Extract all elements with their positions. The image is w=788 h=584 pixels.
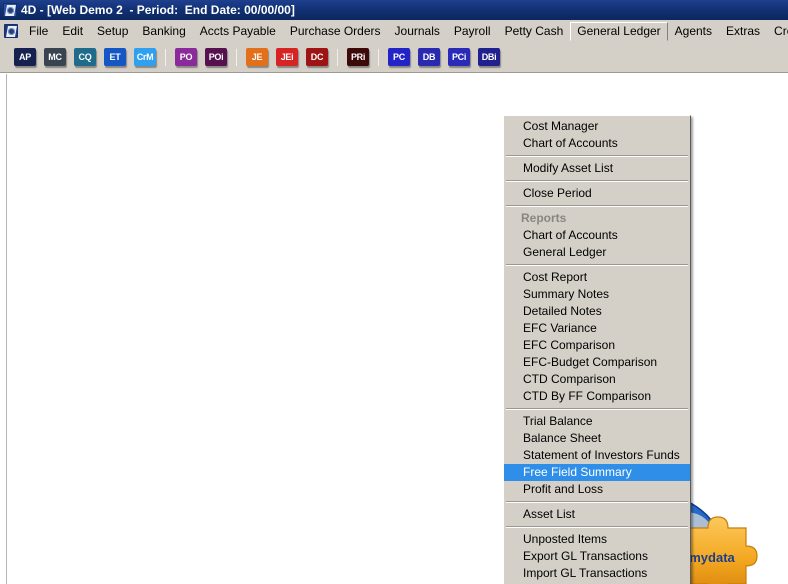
menu-separator (506, 180, 688, 182)
menu-item-label: Import GL Transactions (523, 566, 648, 580)
menu-item-label: Cost Report (523, 270, 588, 284)
menu-item-modify-asset-list[interactable]: Modify Asset List (504, 160, 690, 177)
menubar-item-petty-cash[interactable]: Petty Cash (498, 22, 571, 41)
menu-item-general-ledger[interactable]: General Ledger (504, 244, 690, 261)
menubar-item-edit[interactable]: Edit (55, 22, 90, 41)
menu-item-efc-budget-comparison[interactable]: EFC-Budget Comparison (504, 354, 690, 371)
4d-app-icon (3, 3, 17, 17)
menu-item-label: General Ledger (523, 245, 607, 259)
menu-item-label: Asset List (523, 507, 576, 521)
menu-item-trial-balance[interactable]: Trial Balance (504, 413, 690, 430)
menu-bar: File Edit Setup Banking Accts Payable Purchas… (0, 20, 788, 42)
menu-item-summary-notes[interactable]: Summary Notes (504, 286, 690, 303)
menu-item-statement-of-investors-funds[interactable]: Statement of Investors Funds (504, 447, 690, 464)
toolbar-button-pc[interactable]: PC (388, 48, 410, 66)
menubar-item-general-ledger[interactable]: General Ledger (570, 21, 668, 41)
menubar-item-setup[interactable]: Setup (90, 22, 135, 41)
menu-item-label: Chart of Accounts (523, 228, 618, 242)
menubar-item-purchase-orders[interactable]: Purchase Orders (283, 22, 388, 41)
toolbar-button-db[interactable]: DB (418, 48, 440, 66)
toolbar-button-pri[interactable]: PRi (347, 48, 369, 66)
toolbar-button-dc[interactable]: DC (306, 48, 328, 66)
menu-item-label: EFC-Budget Comparison (523, 355, 658, 369)
menubar-item-accts-payable[interactable]: Accts Payable (193, 22, 283, 41)
menu-separator (506, 155, 688, 157)
menu-item-label: Summary Notes (523, 287, 610, 301)
menu-item-label: Chart of Accounts (523, 136, 618, 150)
toolbar-button-dbi[interactable]: DBi (478, 48, 500, 66)
menubar-item-file[interactable]: File (22, 22, 55, 41)
menu-item-cost-manager[interactable]: Cost Manager (504, 118, 690, 135)
menu-item-label: EFC Variance (523, 321, 597, 335)
menubar-item-banking[interactable]: Banking (135, 22, 192, 41)
menu-item-label: Modify Asset List (523, 161, 614, 175)
menu-item-label: Reports (521, 211, 567, 225)
menu-item-export-gl-transactions[interactable]: Export GL Transactions (504, 548, 690, 565)
toolbar-separator (337, 48, 338, 66)
menu-item-label: Export GL Transactions (523, 549, 648, 563)
menu-separator (506, 408, 688, 410)
menu-item-label: Profit and Loss (523, 482, 604, 496)
menu-item-ctd-comparison[interactable]: CTD Comparison (504, 371, 690, 388)
menu-item-detailed-notes[interactable]: Detailed Notes (504, 303, 690, 320)
menu-item-balance-sheet[interactable]: Balance Sheet (504, 430, 690, 447)
menu-separator (506, 501, 688, 503)
menu-item-label: EFC Comparison (523, 338, 616, 352)
menubar-item-payroll[interactable]: Payroll (447, 22, 498, 41)
title-bar: 4D - [Web Demo 2 - Period: End Date: 00/… (0, 0, 788, 20)
toolbar-button-je[interactable]: JE (246, 48, 268, 66)
menu-item-efc-variance[interactable]: EFC Variance (504, 320, 690, 337)
menu-item-chart-of-accounts[interactable]: Chart of Accounts (504, 135, 690, 152)
toolbar-separator (378, 48, 379, 66)
toolbar-button-crm[interactable]: CrM (134, 48, 156, 66)
menu-item-label: CTD Comparison (523, 372, 616, 386)
toolbar: AP MC CQ ET CrM PO POi JE JEi DC PRi PC DB PCi DBi (0, 42, 788, 73)
menu-item-unposted-items[interactable]: Unposted Items (504, 531, 690, 548)
menubar-item-extras[interactable]: Extras (719, 22, 767, 41)
toolbar-button-ap[interactable]: AP (14, 48, 36, 66)
menu-item-label: Trial Balance (523, 414, 593, 428)
menu-section-header-reports: Reports (504, 210, 690, 227)
menu-item-label: Cost Manager (523, 119, 599, 133)
menu-item-label: Detailed Notes (523, 304, 602, 318)
general-ledger-dropdown-menu: Cost Manager Chart of Accounts Modify Asse… (503, 115, 691, 584)
menu-item-label: Free Field Summary (523, 465, 632, 479)
menu-item-chart-of-accounts[interactable]: Chart of Accounts (504, 227, 690, 244)
toolbar-button-po[interactable]: PO (175, 48, 197, 66)
menu-item-label: Balance Sheet (523, 431, 602, 445)
menu-item-label: Unposted Items (523, 532, 608, 546)
menu-item-label: Close Period (523, 186, 592, 200)
4d-document-icon (4, 24, 18, 38)
toolbar-button-poi[interactable]: POi (205, 48, 227, 66)
menu-item-efc-comparison[interactable]: EFC Comparison (504, 337, 690, 354)
menu-separator (506, 264, 688, 266)
menu-item-cost-report[interactable]: Cost Report (504, 269, 690, 286)
menu-item-ctd-by-ff-comparison[interactable]: CTD By FF Comparison (504, 388, 690, 405)
application-window: 4D - [Web Demo 2 - Period: End Date: 00/… (0, 0, 788, 584)
menu-item-import-gl-transactions[interactable]: Import GL Transactions (504, 565, 690, 582)
menu-item-close-period[interactable]: Close Period (504, 185, 690, 202)
menu-item-label: CTD By FF Comparison (523, 389, 652, 403)
toolbar-button-mc[interactable]: MC (44, 48, 66, 66)
menu-item-asset-list[interactable]: Asset List (504, 506, 690, 523)
menu-item-profit-and-loss[interactable]: Profit and Loss (504, 481, 690, 498)
menu-separator (506, 205, 688, 207)
toolbar-button-pci[interactable]: PCi (448, 48, 470, 66)
workspace: mydata Cost Manager Chart of Accounts Modi… (0, 74, 788, 584)
menubar-item-crew[interactable]: Crew (767, 22, 788, 41)
menubar-item-journals[interactable]: Journals (388, 22, 447, 41)
menu-item-free-field-summary[interactable]: Free Field Summary (504, 464, 690, 481)
toolbar-button-jei[interactable]: JEi (276, 48, 298, 66)
toolbar-button-cq[interactable]: CQ (74, 48, 96, 66)
menubar-item-agents[interactable]: Agents (668, 22, 719, 41)
menu-item-label: Statement of Investors Funds (523, 448, 680, 462)
menu-separator (506, 526, 688, 528)
toolbar-button-et[interactable]: ET (104, 48, 126, 66)
window-title: 4D - [Web Demo 2 - Period: End Date: 00/… (21, 3, 295, 17)
toolbar-separator (236, 48, 237, 66)
toolbar-separator (165, 48, 166, 66)
